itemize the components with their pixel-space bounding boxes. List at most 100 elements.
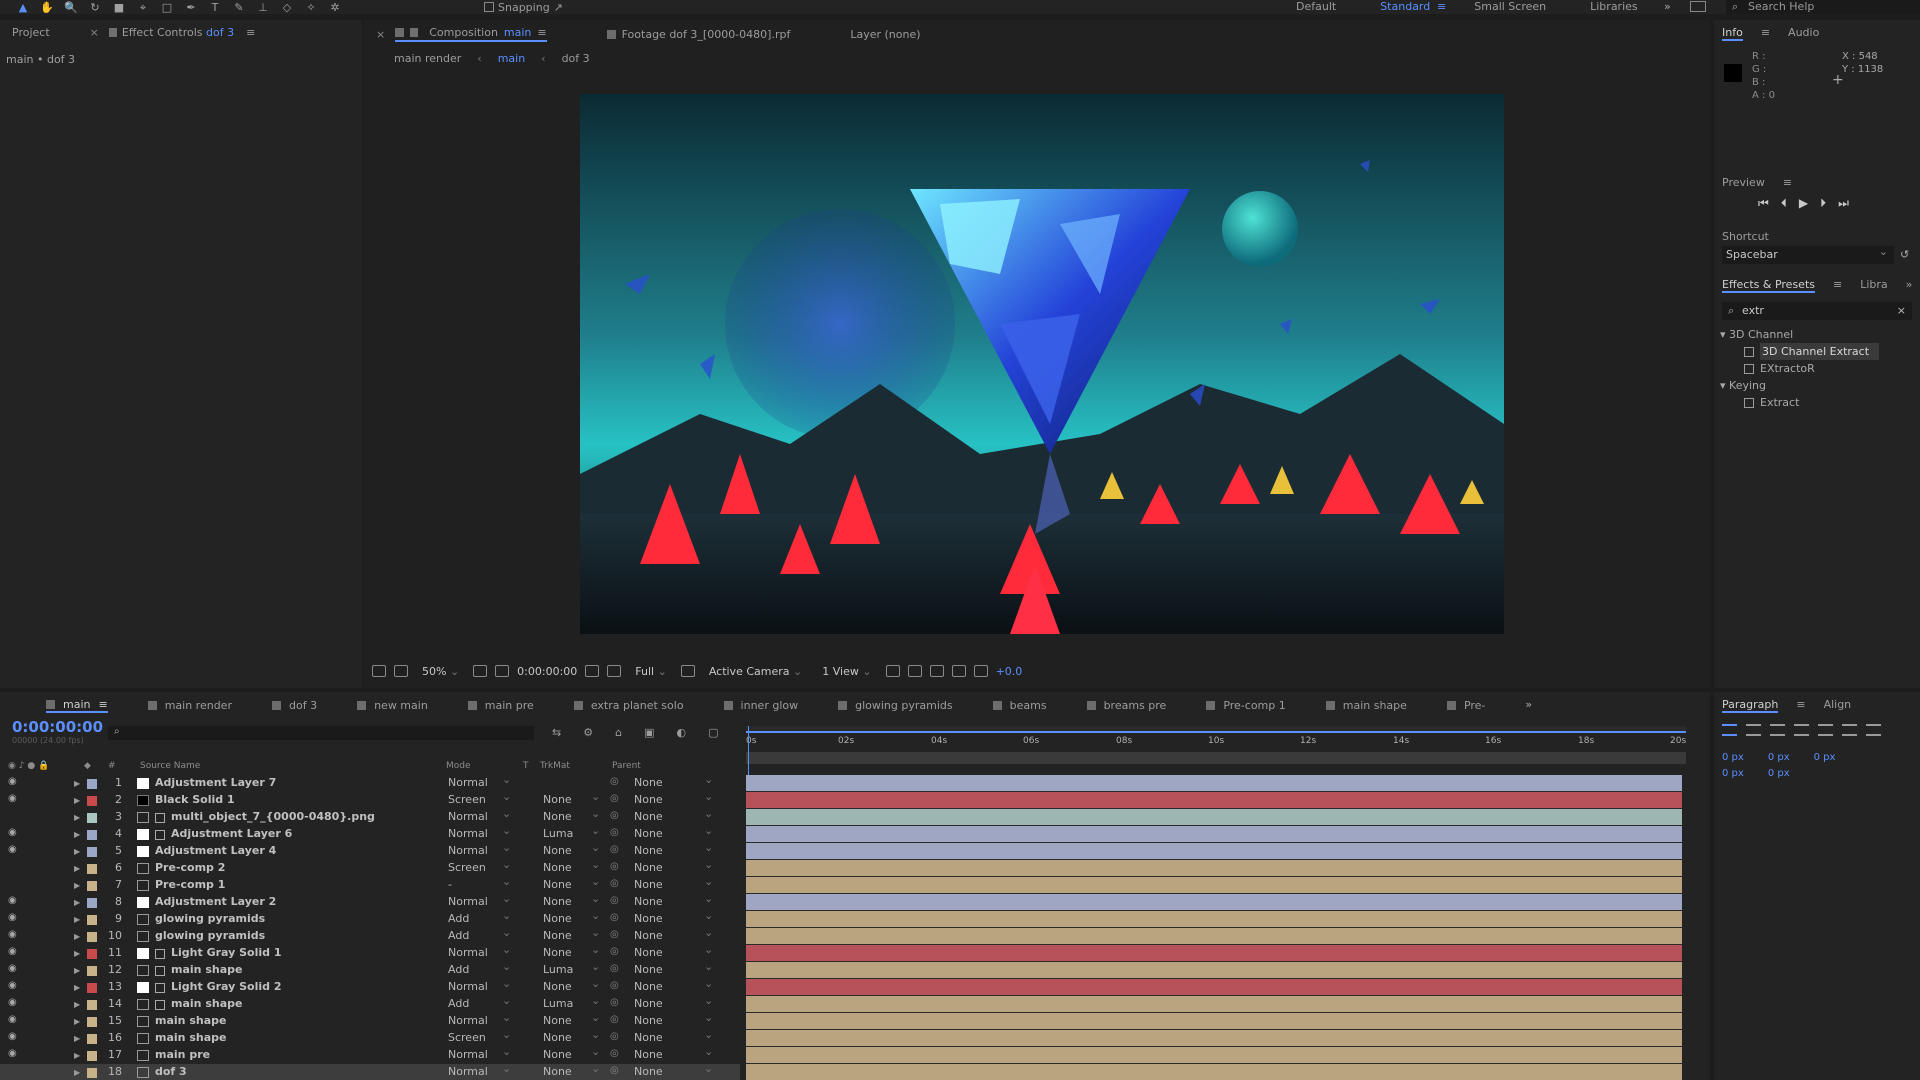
rotate-tool-icon[interactable]: ↻: [86, 1, 104, 14]
rectangle-tool-icon[interactable]: □: [158, 1, 176, 14]
layer-duration-bar[interactable]: [746, 894, 1682, 911]
expand-triangle-icon[interactable]: ▶: [74, 949, 80, 958]
expand-triangle-icon[interactable]: ▶: [74, 1017, 80, 1026]
expand-triangle-icon[interactable]: ▶: [74, 1000, 80, 1009]
tab-project[interactable]: Project: [12, 26, 50, 39]
pan-behind-tool-icon[interactable]: ⌖: [134, 1, 152, 14]
pickwhip-icon[interactable]: ◎: [610, 997, 619, 1008]
previous-frame-icon[interactable]: ⏴: [1781, 196, 1787, 211]
tab-footage[interactable]: Footage dof 3_[0000-0480].rpf: [606, 28, 790, 41]
expand-triangle-icon[interactable]: ▶: [74, 966, 80, 975]
label-color-swatch[interactable]: [87, 915, 97, 925]
indent-left-value[interactable]: 0 px: [1722, 752, 1744, 763]
pickwhip-icon[interactable]: ◎: [610, 963, 619, 974]
time-navigator[interactable]: [746, 726, 1686, 733]
track-matte-select[interactable]: None: [543, 977, 600, 993]
transparency-grid-icon[interactable]: [680, 665, 695, 677]
pickwhip-icon[interactable]: ◎: [610, 1031, 619, 1042]
eye-icon[interactable]: ◉: [8, 776, 17, 787]
track-matte-select[interactable]: None: [543, 909, 600, 925]
first-frame-icon[interactable]: ⏮: [1758, 196, 1769, 211]
indent-first-value[interactable]: 0 px: [1768, 752, 1790, 763]
search-help-field[interactable]: ⌕ Search Help: [1726, 0, 1920, 14]
parent-select[interactable]: None: [634, 1011, 714, 1027]
layer-name[interactable]: glowing pyramids: [155, 912, 265, 925]
track-matte-select[interactable]: None: [543, 926, 600, 942]
parent-select[interactable]: None: [634, 926, 714, 942]
timeline-tab[interactable]: Pre-: [1446, 698, 1485, 713]
tab-info[interactable]: Info: [1722, 26, 1743, 41]
timeline-tab[interactable]: main shape: [1325, 698, 1407, 713]
layer-duration-bar[interactable]: [746, 945, 1682, 962]
timeline-tab[interactable]: main ≡: [46, 698, 108, 713]
timeline-tab[interactable]: beams: [992, 698, 1047, 713]
parent-select[interactable]: None: [634, 875, 714, 891]
motion-blur-icon[interactable]: ◐: [676, 726, 686, 739]
label-color-swatch[interactable]: [87, 1068, 97, 1078]
overflow-icon[interactable]: »: [1525, 698, 1532, 713]
parent-select[interactable]: None: [634, 892, 714, 908]
expand-triangle-icon[interactable]: ▾: [1720, 328, 1726, 341]
pickwhip-icon[interactable]: ◎: [610, 861, 619, 872]
pickwhip-icon[interactable]: ◎: [610, 776, 619, 787]
pickwhip-icon[interactable]: ◎: [610, 844, 619, 855]
layer-row[interactable]: ◉ ▶ 1 Adjustment Layer 7 Normal ◎ None: [0, 773, 740, 792]
blend-mode-select[interactable]: Normal: [448, 807, 511, 823]
parent-select[interactable]: None: [634, 841, 714, 857]
track-matte-select[interactable]: None: [543, 1011, 600, 1027]
monitor-icon[interactable]: [394, 665, 408, 677]
blend-mode-select[interactable]: Normal: [448, 841, 511, 857]
layer-name[interactable]: Light Gray Solid 1: [171, 946, 282, 959]
play-icon[interactable]: ▶: [1799, 196, 1808, 211]
eye-icon[interactable]: ◉: [8, 1014, 17, 1025]
expand-triangle-icon[interactable]: ▶: [74, 779, 80, 788]
camera-tool-icon[interactable]: ■: [110, 1, 128, 14]
timeline-tab[interactable]: Pre-comp 1: [1206, 698, 1286, 713]
label-color-swatch[interactable]: [87, 864, 97, 874]
pickwhip-icon[interactable]: ◎: [610, 793, 619, 804]
label-color-swatch[interactable]: [87, 966, 97, 976]
pickwhip-icon[interactable]: ◎: [610, 1014, 619, 1025]
graph-editor-icon[interactable]: ▢: [708, 726, 718, 739]
tab-align[interactable]: Align: [1824, 698, 1852, 713]
layer-name[interactable]: main shape: [171, 997, 242, 1010]
current-timecode[interactable]: 0:00:00:00: [12, 718, 103, 736]
expand-triangle-icon[interactable]: ▶: [74, 864, 80, 873]
label-color-swatch[interactable]: [87, 1034, 97, 1044]
roto-brush-tool-icon[interactable]: ✧: [302, 1, 320, 14]
blend-mode-select[interactable]: Add: [448, 994, 511, 1010]
timeline-icon[interactable]: [929, 665, 944, 677]
comp-flowchart-icon[interactable]: ⇆: [552, 726, 561, 739]
close-icon[interactable]: ×: [376, 28, 385, 41]
breadcrumb-dof-3[interactable]: dof 3: [562, 52, 590, 65]
timeline-tab[interactable]: main pre: [467, 698, 534, 713]
region-of-interest-icon[interactable]: [372, 665, 386, 677]
frame-blending-icon[interactable]: ▣: [644, 726, 654, 739]
blend-mode-select[interactable]: Normal: [448, 1011, 511, 1027]
parent-select[interactable]: None: [634, 960, 714, 976]
expand-triangle-icon[interactable]: ▶: [74, 915, 80, 924]
layer-name[interactable]: Adjustment Layer 6: [171, 827, 292, 840]
expand-triangle-icon[interactable]: ▾: [1720, 379, 1726, 392]
eraser-tool-icon[interactable]: ◇: [278, 1, 296, 14]
label-color-swatch[interactable]: [87, 813, 97, 823]
blend-mode-select[interactable]: Normal: [448, 892, 511, 908]
layer-name[interactable]: main shape: [171, 963, 242, 976]
tab-libraries[interactable]: Libra: [1860, 278, 1887, 293]
layer-search-input[interactable]: ⌕: [108, 726, 534, 740]
reset-icon[interactable]: ↺: [1900, 248, 1909, 261]
resolution-select[interactable]: Full: [629, 665, 673, 678]
parent-select[interactable]: None: [634, 943, 714, 959]
effect-item-extract[interactable]: Extract: [1720, 394, 1879, 411]
label-color-swatch[interactable]: [87, 796, 97, 806]
workspace-standard[interactable]: Standard: [1380, 0, 1430, 13]
blend-mode-select[interactable]: Normal: [448, 943, 511, 959]
layer-row[interactable]: ◉ ▶ 17 main pre Normal None ◎ None: [0, 1045, 740, 1064]
blend-mode-select[interactable]: Add: [448, 960, 511, 976]
blend-mode-select[interactable]: Normal: [448, 773, 511, 789]
track-matte-select[interactable]: None: [543, 1062, 600, 1078]
time-ruler[interactable]: 0s 02s 04s 06s 08s 10s 12s 14s 16s 18s 20s: [746, 726, 1686, 766]
layer-row[interactable]: ◉ ▶ 15 main shape Normal None ◎ None: [0, 1011, 740, 1030]
layer-row[interactable]: ◉ ▶ 11 Light Gray Solid 1 Normal None ◎ None: [0, 943, 740, 962]
parent-select[interactable]: None: [634, 909, 714, 925]
